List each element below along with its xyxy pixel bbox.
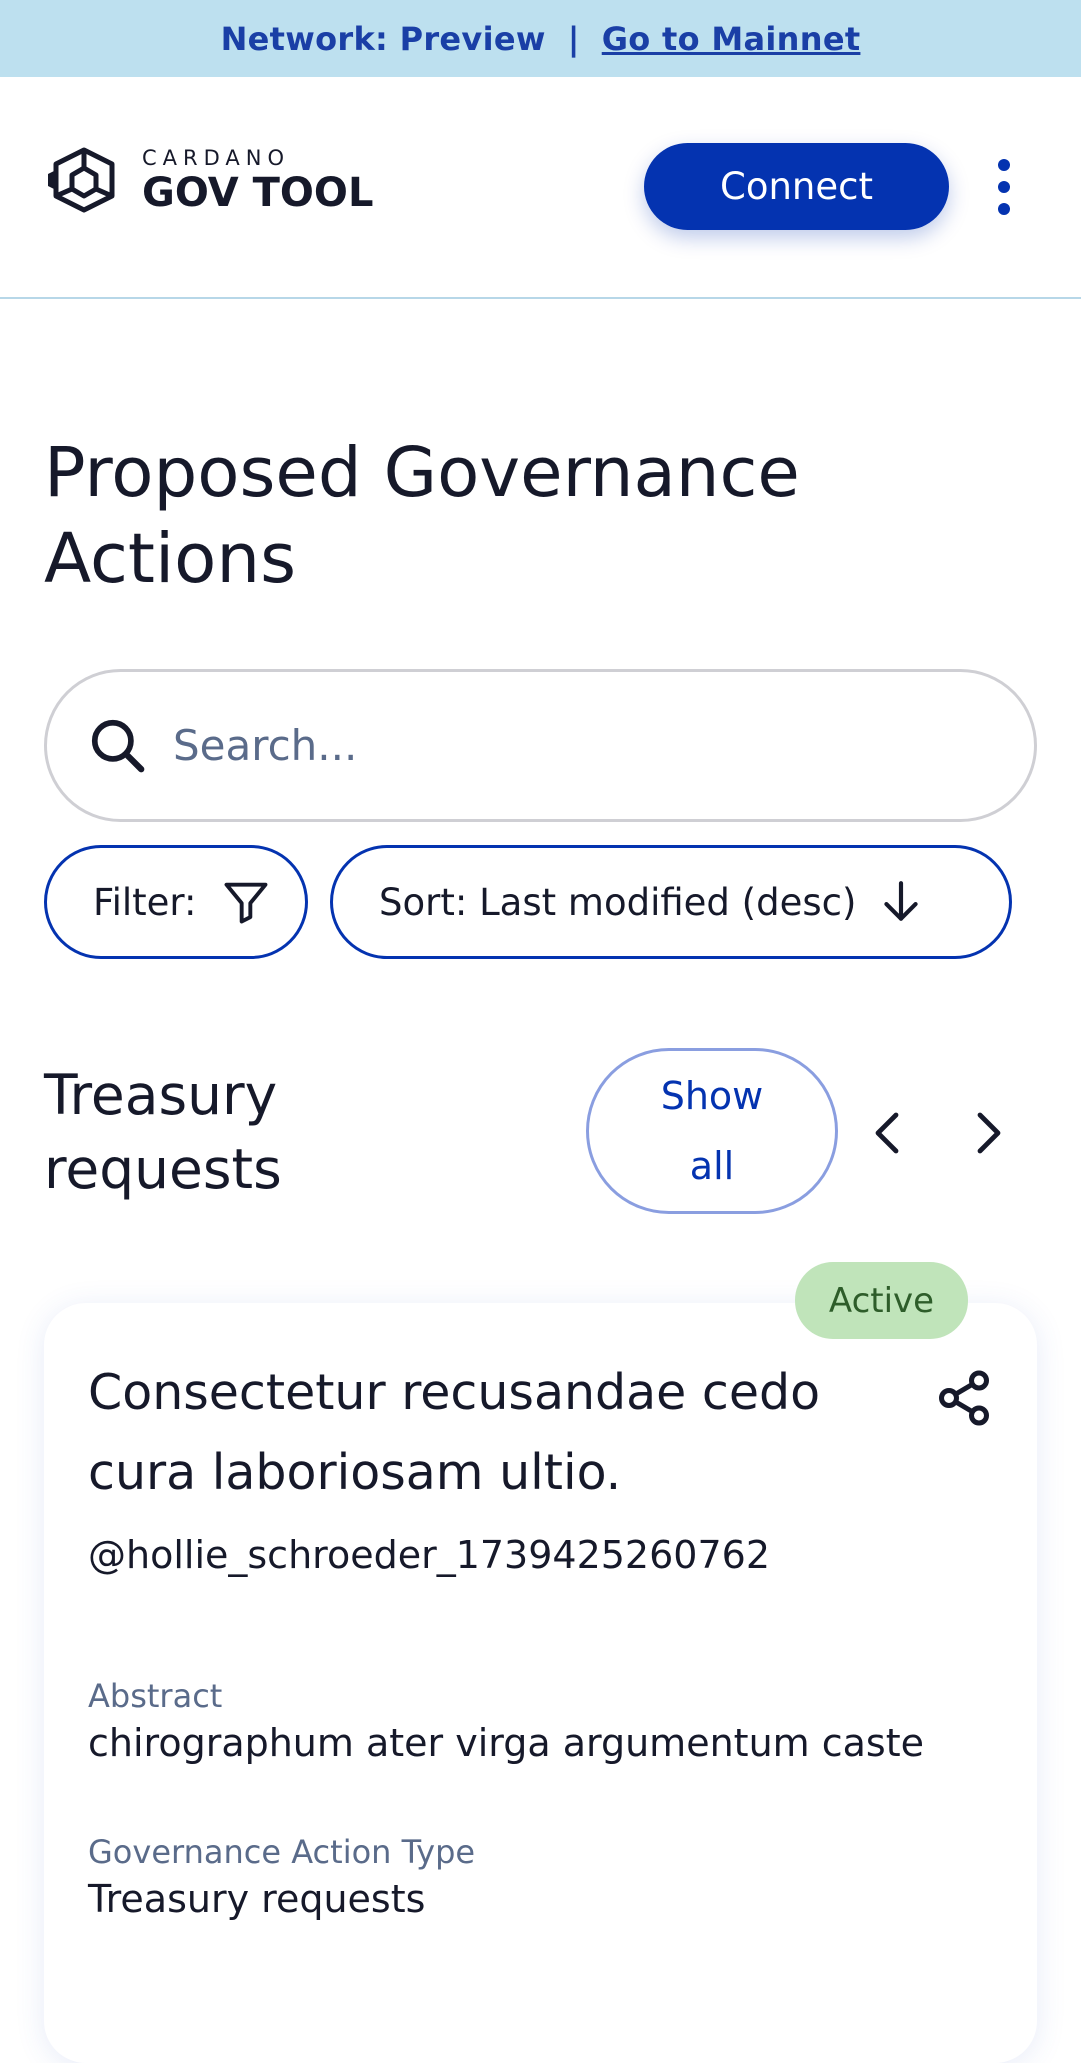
next-button[interactable] (963, 1106, 1013, 1160)
connect-button[interactable]: Connect (644, 143, 949, 230)
search-box[interactable] (44, 669, 1037, 822)
status-badge: Active (795, 1262, 968, 1339)
chevron-right-icon (977, 1112, 1001, 1154)
search-icon (91, 719, 145, 772)
search-input[interactable] (171, 720, 991, 771)
abstract-label: Abstract (88, 1677, 223, 1715)
chevron-left-icon (875, 1112, 899, 1154)
abstract-value: chirographum ater virga argumentum caste (88, 1721, 924, 1765)
section-title: Treasury requests (44, 1063, 282, 1201)
sort-label: Sort: Last modified (desc) (379, 880, 857, 924)
logo-product: GOV TOOL (142, 169, 374, 216)
go-to-mainnet-link[interactable]: Go to Mainnet (602, 20, 861, 58)
network-label: Network: Preview (220, 19, 546, 58)
header: CARDANO GOV TOOL Connect (0, 77, 1081, 299)
network-banner: Network: Preview | Go to Mainnet (0, 0, 1081, 77)
sort-button[interactable]: Sort: Last modified (desc) (330, 845, 1012, 959)
show-all-button[interactable]: Show all (586, 1048, 838, 1214)
share-button[interactable] (929, 1363, 999, 1433)
governance-action-card: Consectetur recusandae cedo cura laborio… (44, 1303, 1037, 2063)
action-type-label: Governance Action Type (88, 1833, 476, 1871)
filter-funnel-icon (225, 882, 268, 924)
share-icon (939, 1370, 989, 1426)
page-title: Proposed Governance Actions (44, 433, 800, 599)
more-vertical-icon[interactable] (988, 159, 1020, 215)
banner-separator: | (567, 19, 580, 58)
previous-button[interactable] (863, 1106, 913, 1160)
card-title: Consectetur recusandae cedo cura laborio… (88, 1364, 821, 1501)
card-author: @hollie_schroeder_1739425260762 (88, 1533, 770, 1577)
show-all-label: Show all (660, 1074, 764, 1188)
logo[interactable]: CARDANO GOV TOOL (44, 144, 373, 216)
cardano-hexagon-logo-icon (48, 147, 115, 213)
filter-label: Filter: (93, 880, 197, 924)
arrow-down-icon (884, 881, 919, 921)
logo-brand: CARDANO (142, 145, 291, 170)
filter-button[interactable]: Filter: (44, 845, 308, 959)
action-type-value: Treasury requests (88, 1877, 426, 1921)
